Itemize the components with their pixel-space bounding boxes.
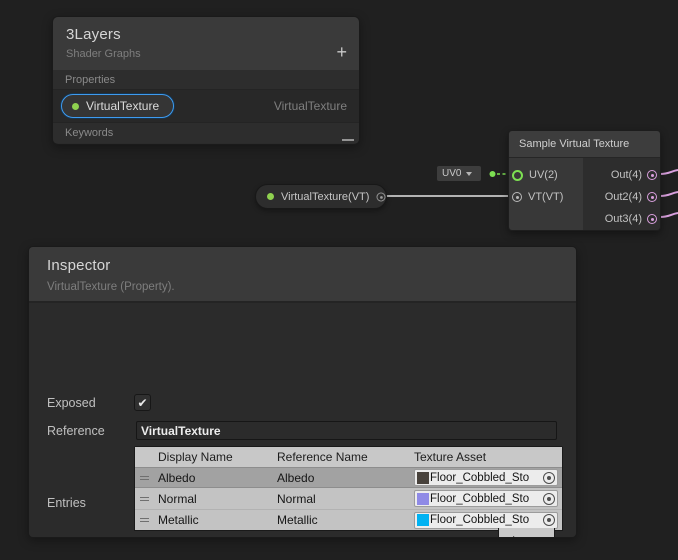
drag-handle-icon[interactable] [140, 497, 158, 501]
entries-table: Display Name Reference Name Texture Asse… [134, 446, 563, 531]
input-row-vt: VT(VT) [509, 186, 583, 208]
output-row-out3: Out3(4) [583, 208, 660, 230]
texture-swatch [417, 472, 429, 484]
add-entry-button[interactable]: + [509, 533, 518, 539]
properties-section-label[interactable]: Properties [53, 70, 359, 90]
entry-display-name[interactable]: Albedo [158, 471, 277, 485]
entries-table-header: Display Name Reference Name Texture Asse… [135, 447, 562, 467]
graph-title: 3Layers [66, 26, 346, 43]
uv-port-label: UV(2) [529, 169, 558, 181]
entries-footer: + − [498, 528, 555, 538]
property-node-output-port-icon[interactable] [377, 192, 386, 201]
object-picker-icon[interactable] [543, 493, 555, 505]
entry-display-name[interactable]: Metallic [158, 513, 277, 527]
entry-display-name[interactable]: Normal [158, 492, 277, 506]
graph-subtitle: Shader Graphs [66, 48, 346, 60]
texture-name: Floor_Cobbled_Sto [430, 472, 543, 484]
blackboard-panel[interactable]: 3Layers Shader Graphs + Properties Virtu… [52, 16, 360, 145]
inspector-title: Inspector [47, 257, 558, 274]
shader-graph-window: 3Layers Shader Graphs + Properties Virtu… [0, 0, 678, 560]
property-name: VirtualTexture [86, 99, 159, 113]
drag-handle-icon[interactable] [140, 518, 158, 522]
node-outputs: Out(4) Out2(4) Out3(4) [583, 158, 660, 230]
vt-port-label: VT(VT) [528, 191, 563, 203]
uv-port-icon[interactable] [512, 170, 523, 181]
keywords-section-label[interactable]: Keywords [53, 123, 359, 143]
texture-object-field[interactable]: Floor_Cobbled_Sto [414, 512, 558, 529]
node-title[interactable]: Sample Virtual Texture [509, 131, 660, 158]
uv-channel-value: UV0 [442, 168, 461, 179]
exposed-checkbox[interactable]: ✔ [134, 394, 151, 411]
out3-port-label: Out3(4) [605, 213, 642, 225]
output-row-out1: Out(4) [583, 164, 660, 186]
table-row[interactable]: Albedo Albedo Floor_Cobbled_Sto [135, 467, 562, 488]
texture-swatch [417, 514, 429, 526]
entry-reference-name[interactable]: Albedo [277, 471, 414, 485]
vt-port-icon[interactable] [512, 192, 522, 202]
reference-label: Reference [47, 424, 105, 438]
node-inputs: UV(2) VT(VT) [509, 158, 583, 230]
property-type-dot [72, 103, 79, 110]
property-node-label: VirtualTexture(VT) [281, 191, 369, 203]
property-node-dot [267, 193, 274, 200]
add-property-button[interactable]: + [336, 43, 347, 61]
table-row[interactable]: Normal Normal Floor_Cobbled_Sto [135, 488, 562, 509]
inspector-header[interactable]: Inspector VirtualTexture (Property). [29, 247, 576, 303]
object-picker-icon[interactable] [543, 472, 555, 484]
out1-port-label: Out(4) [611, 169, 642, 181]
column-display-name: Display Name [135, 450, 277, 464]
exposed-label: Exposed [47, 396, 96, 410]
entry-reference-name[interactable]: Normal [277, 492, 414, 506]
virtualtexture-property-node[interactable]: VirtualTexture(VT) [255, 184, 387, 209]
entries-label: Entries [47, 496, 86, 510]
uv-channel-dropdown[interactable]: UV0 [437, 166, 481, 181]
dropdown-caret-icon [466, 172, 472, 176]
inspector-panel[interactable]: Inspector VirtualTexture (Property). Exp… [28, 246, 577, 538]
remove-entry-button[interactable]: − [535, 533, 544, 539]
texture-name: Floor_Cobbled_Sto [430, 514, 543, 526]
blackboard-header[interactable]: 3Layers Shader Graphs + [53, 17, 359, 70]
output-row-out2: Out2(4) [583, 186, 660, 208]
resize-handle[interactable] [342, 139, 354, 141]
entry-reference-name[interactable]: Metallic [277, 513, 414, 527]
property-pill-virtualtexture[interactable]: VirtualTexture [61, 94, 174, 118]
edge-out2[interactable] [660, 192, 678, 196]
texture-swatch [417, 493, 429, 505]
inspector-subtitle: VirtualTexture (Property). [47, 281, 558, 293]
drag-handle-icon[interactable] [140, 476, 158, 480]
out1-port-icon[interactable] [647, 170, 657, 180]
object-picker-icon[interactable] [543, 514, 555, 526]
out3-port-icon[interactable] [647, 214, 657, 224]
column-texture-asset: Texture Asset [414, 450, 562, 464]
input-row-uv: UV(2) [509, 164, 583, 186]
out2-port-icon[interactable] [647, 192, 657, 202]
entries-rows: Albedo Albedo Floor_Cobbled_Sto Normal N… [135, 467, 562, 530]
texture-object-field[interactable]: Floor_Cobbled_Sto [414, 469, 558, 486]
edge-out1[interactable] [660, 170, 678, 174]
edge-out3[interactable] [660, 213, 678, 217]
texture-name: Floor_Cobbled_Sto [430, 493, 543, 505]
inspector-body: Exposed ✔ Reference Entries Display Name… [29, 303, 576, 537]
table-row[interactable]: Metallic Metallic Floor_Cobbled_Sto [135, 509, 562, 530]
texture-object-field[interactable]: Floor_Cobbled_Sto [414, 490, 558, 507]
reference-input[interactable] [136, 421, 557, 440]
sample-virtual-texture-node[interactable]: Sample Virtual Texture UV(2) VT(VT) Out(… [508, 130, 661, 231]
property-type-label: VirtualTexture [274, 99, 347, 113]
checkmark-icon: ✔ [137, 396, 147, 410]
out2-port-label: Out2(4) [605, 191, 642, 203]
column-reference-name: Reference Name [277, 450, 414, 464]
property-row[interactable]: VirtualTexture VirtualTexture [53, 90, 359, 123]
uv-default-dot [490, 171, 496, 177]
